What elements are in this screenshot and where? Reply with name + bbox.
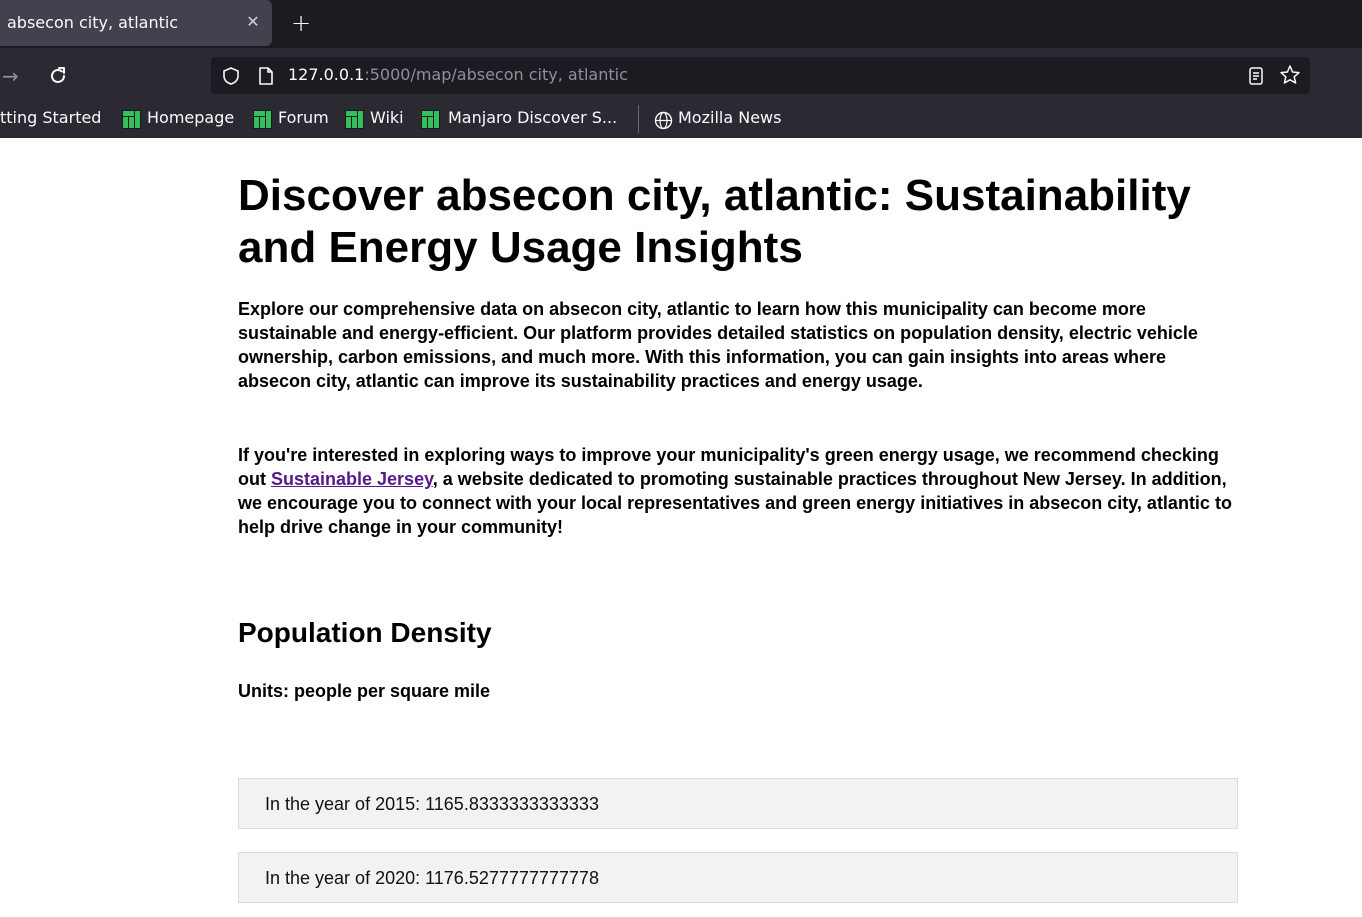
browser-chrome: absecon city, atlantic ✕ + → 127.0.0.1:5…	[0, 0, 1362, 138]
manjaro-icon	[345, 110, 364, 129]
bookmark-mozilla-news[interactable]: Mozilla News	[678, 108, 781, 128]
address-bar[interactable]: 127.0.0.1:5000/map/absecon city, atlanti…	[211, 57, 1310, 94]
url-path: :5000/map/absecon city, atlantic	[364, 65, 628, 84]
bookmark-forum[interactable]: Forum	[278, 108, 329, 128]
tab-strip: absecon city, atlantic ✕ +	[0, 0, 1362, 48]
bookmark-homepage[interactable]: Homepage	[147, 108, 234, 128]
bookmark-getting-started[interactable]: tting Started	[0, 108, 101, 128]
bookmark-manjaro-discover[interactable]: Manjaro Discover S...	[448, 108, 617, 128]
manjaro-icon	[122, 110, 141, 129]
manjaro-icon	[421, 110, 440, 129]
year-value-text: In the year of 2020: 1176.5277777777778	[265, 868, 599, 888]
year-value-box: In the year of 2020: 1176.5277777777778	[238, 852, 1238, 903]
tab-active[interactable]: absecon city, atlantic ✕	[0, 0, 272, 46]
bookmark-star-icon[interactable]	[1279, 64, 1301, 86]
bookmarks-toolbar: tting Started Homepage Forum Wiki Manjar…	[0, 104, 1362, 134]
url-text[interactable]: 127.0.0.1:5000/map/absecon city, atlanti…	[288, 65, 628, 85]
year-value-text: In the year of 2015: 1165.8333333333333	[265, 794, 599, 814]
plus-icon[interactable]: +	[288, 8, 314, 38]
page-icon[interactable]	[257, 66, 275, 86]
intro-paragraph: Explore our comprehensive data on abseco…	[238, 299, 1198, 391]
manjaro-icon	[253, 110, 272, 129]
page-title: Discover absecon city, atlantic: Sustain…	[238, 171, 1191, 272]
close-icon[interactable]: ✕	[244, 12, 262, 31]
globe-icon	[654, 111, 673, 130]
bookmark-wiki[interactable]: Wiki	[370, 108, 404, 128]
reload-icon[interactable]	[46, 64, 70, 88]
reader-view-icon[interactable]	[1247, 66, 1265, 86]
section-title: Population Density	[238, 617, 492, 648]
forward-arrow-icon[interactable]: →	[2, 64, 24, 88]
recommendation-paragraph: If you're interested in exploring ways t…	[238, 443, 1238, 539]
url-host: 127.0.0.1	[288, 65, 365, 84]
sustainable-jersey-link[interactable]: Sustainable Jersey	[271, 469, 433, 489]
units-label: Units: people per square mile	[238, 681, 491, 701]
year-value-box: In the year of 2015: 1165.8333333333333	[238, 778, 1238, 829]
bookmark-separator	[638, 105, 639, 133]
tab-title: absecon city, atlantic	[7, 13, 179, 32]
shield-icon[interactable]	[221, 66, 241, 86]
